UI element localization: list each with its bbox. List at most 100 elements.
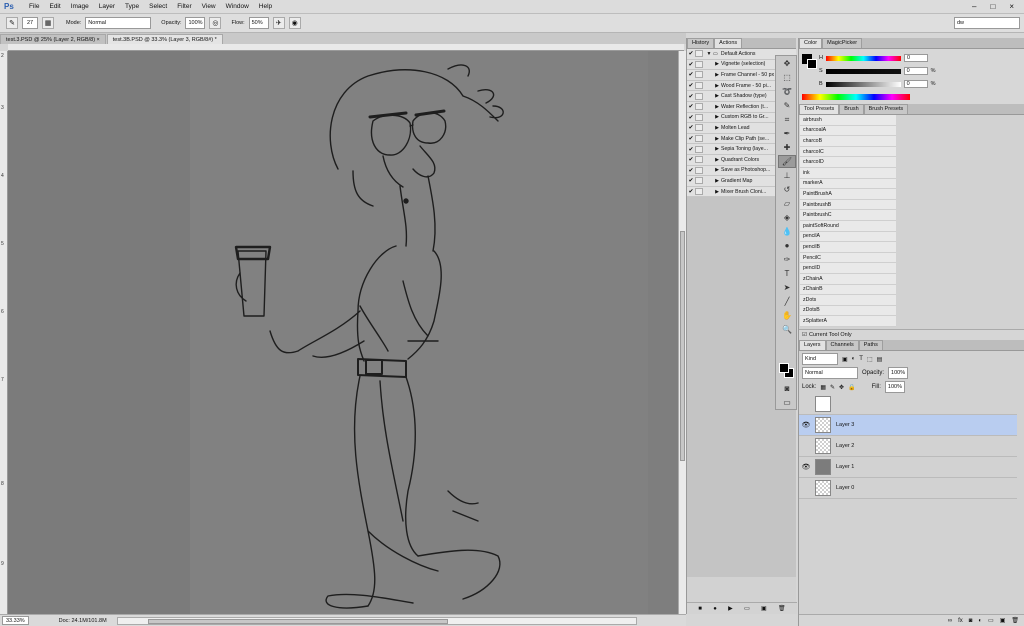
- healing-tool-icon[interactable]: ✚: [778, 141, 796, 154]
- preset-item[interactable]: pencilA: [800, 231, 896, 243]
- layer-filter-select[interactable]: Kind: [802, 353, 838, 365]
- preset-item[interactable]: zChainA: [800, 273, 896, 285]
- tab-test3b[interactable]: test.3B.PSD @ 33.3% (Layer 3, RGB/8#) *: [106, 34, 223, 44]
- layer-row[interactable]: Layer 2: [799, 436, 1017, 457]
- airbrush-icon[interactable]: ✈: [272, 17, 285, 29]
- preset-item[interactable]: zDotsB: [800, 305, 896, 317]
- dialog-toggle[interactable]: [695, 135, 703, 143]
- check-icon[interactable]: ✔: [687, 167, 695, 174]
- expand-triangle-icon[interactable]: ▶: [713, 114, 721, 120]
- hue-input[interactable]: 0: [903, 54, 928, 62]
- crop-tool-icon[interactable]: ⌗: [778, 113, 796, 126]
- tab-paths[interactable]: Paths: [858, 340, 883, 350]
- check-icon[interactable]: ✔: [687, 93, 695, 100]
- scroll-thumb[interactable]: [680, 231, 685, 461]
- saturation-slider[interactable]: [825, 68, 901, 74]
- horizontal-scrollbar[interactable]: [116, 616, 637, 625]
- zoom-field[interactable]: 33.33%: [2, 616, 29, 625]
- saturation-input[interactable]: 0: [903, 67, 928, 75]
- tab-history[interactable]: History: [687, 38, 715, 48]
- dialog-toggle[interactable]: [695, 177, 703, 185]
- expand-triangle-icon[interactable]: ▶: [713, 72, 721, 78]
- lock-move-icon[interactable]: ✥: [839, 384, 844, 391]
- preset-item[interactable]: PaintbrushB: [800, 199, 896, 211]
- check-icon[interactable]: ✔: [687, 188, 695, 195]
- brush-tool-icon[interactable]: 🖌: [778, 155, 796, 168]
- tab-magicpicker[interactable]: MagicPicker: [822, 38, 863, 48]
- scroll-thumb[interactable]: [147, 618, 448, 624]
- preset-item[interactable]: zSplatterA: [800, 316, 896, 327]
- close-icon[interactable]: ×: [1009, 2, 1014, 11]
- layer-row[interactable]: [799, 394, 1017, 415]
- blend-mode-select[interactable]: Normal: [802, 367, 858, 379]
- drawing-canvas[interactable]: [8, 51, 682, 614]
- check-icon[interactable]: ✔: [687, 124, 695, 131]
- tab-actions[interactable]: Actions: [714, 38, 743, 48]
- dialog-toggle[interactable]: [695, 103, 703, 111]
- quick-select-tool-icon[interactable]: ✎: [778, 99, 796, 112]
- pen-tool-icon[interactable]: ✑: [778, 253, 796, 266]
- dialog-toggle[interactable]: [695, 71, 703, 79]
- blur-tool-icon[interactable]: 💧: [778, 225, 796, 238]
- filter-shape-icon[interactable]: ⬚: [867, 356, 873, 363]
- new-action-icon[interactable]: ▣: [761, 605, 767, 612]
- dialog-toggle[interactable]: [695, 166, 703, 174]
- mode-select[interactable]: Normal: [85, 17, 152, 29]
- flow-input[interactable]: 50%: [248, 17, 269, 29]
- workspace-select[interactable]: dw: [954, 17, 1020, 29]
- dialog-toggle[interactable]: [695, 124, 703, 132]
- preset-item[interactable]: paintSoftRound: [800, 220, 896, 232]
- preset-item[interactable]: pencilD: [800, 263, 896, 274]
- tab-brush[interactable]: Brush: [839, 104, 864, 114]
- brush-tool-preset-icon[interactable]: ✎: [6, 17, 18, 29]
- link-icon[interactable]: ∞: [948, 618, 952, 624]
- opacity-input[interactable]: 100%: [185, 17, 206, 29]
- check-icon[interactable]: ✔: [687, 103, 695, 110]
- dialog-toggle[interactable]: [695, 50, 703, 58]
- tab-tool-presets[interactable]: Tool Presets: [799, 104, 840, 114]
- path-select-tool-icon[interactable]: ➤: [778, 281, 796, 294]
- lock-all-icon[interactable]: 🔒: [848, 384, 855, 391]
- preset-item[interactable]: PaintbrushC: [800, 210, 896, 221]
- menu-help[interactable]: Help: [254, 3, 277, 10]
- brush-panel-toggle-icon[interactable]: ▦: [42, 17, 54, 29]
- play-icon[interactable]: ▶: [728, 605, 733, 612]
- preset-item[interactable]: ink: [800, 167, 896, 179]
- fill-input[interactable]: 100%: [884, 381, 905, 393]
- history-brush-tool-icon[interactable]: ↺: [778, 183, 796, 196]
- menu-image[interactable]: Image: [66, 3, 94, 10]
- check-icon[interactable]: ✔: [687, 177, 695, 184]
- check-icon[interactable]: ✔: [687, 61, 695, 68]
- screen-mode-icon[interactable]: ▭: [778, 396, 796, 409]
- preset-item[interactable]: zChainB: [800, 284, 896, 296]
- brush-size-picker[interactable]: 27: [22, 17, 38, 29]
- line-tool-icon[interactable]: ╱: [778, 295, 796, 308]
- group-icon[interactable]: ▭: [988, 617, 994, 624]
- tab-test3[interactable]: test.3.PSD @ 25% (Layer 2, RGB/8) ×: [0, 34, 106, 44]
- lock-paint-icon[interactable]: ✎: [830, 384, 835, 391]
- check-icon[interactable]: ✔: [687, 114, 695, 121]
- stop-icon[interactable]: ■: [698, 606, 702, 612]
- maximize-icon[interactable]: □: [990, 2, 995, 11]
- type-tool-icon[interactable]: T: [778, 267, 796, 280]
- dialog-toggle[interactable]: [695, 145, 703, 153]
- move-tool-icon[interactable]: ✥: [778, 57, 796, 70]
- menu-view[interactable]: View: [197, 3, 221, 10]
- new-set-icon[interactable]: ▭: [744, 605, 750, 612]
- preset-item[interactable]: charcoB: [800, 136, 896, 147]
- preset-item[interactable]: markerA: [800, 178, 896, 190]
- adjustment-icon[interactable]: ◐: [978, 618, 982, 624]
- preset-item[interactable]: charcoalA: [800, 125, 896, 137]
- preset-item[interactable]: PencilC: [800, 252, 896, 264]
- menu-window[interactable]: Window: [221, 3, 254, 10]
- preset-item[interactable]: zDots: [800, 295, 896, 306]
- bg-color-chip[interactable]: [807, 59, 817, 69]
- eye-icon[interactable]: 👁: [799, 463, 813, 471]
- eraser-tool-icon[interactable]: ▱: [778, 197, 796, 210]
- expand-triangle-icon[interactable]: ▶: [713, 104, 721, 110]
- mask-icon[interactable]: ◙: [969, 618, 973, 624]
- doc-size-info[interactable]: Doc: 24.1M/101.8M: [59, 618, 107, 624]
- expand-triangle-icon[interactable]: ▼: [705, 51, 713, 57]
- stamp-tool-icon[interactable]: ⊥: [778, 169, 796, 182]
- pressure-size-icon[interactable]: ◉: [288, 17, 301, 29]
